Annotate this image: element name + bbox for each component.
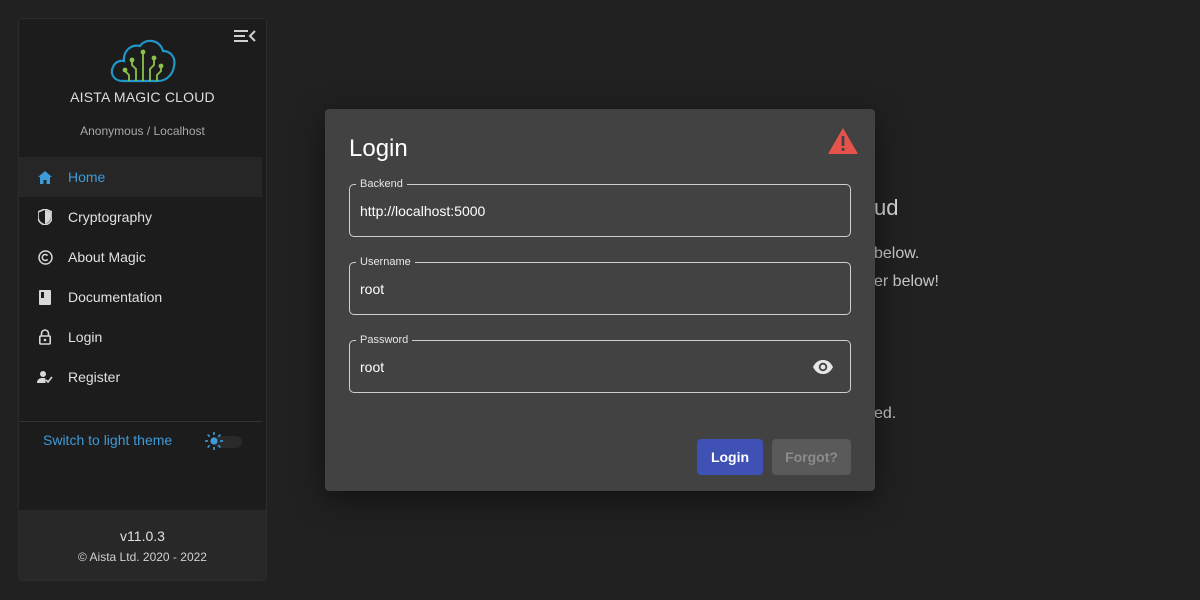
sun-icon xyxy=(205,432,223,450)
password-field[interactable]: Password xyxy=(349,334,851,393)
page-text-fragment: below. xyxy=(874,245,920,262)
divider xyxy=(19,421,262,422)
password-label: Password xyxy=(356,334,413,346)
username-field[interactable]: Username xyxy=(349,256,851,315)
sidebar-item-label: Documentation xyxy=(68,289,163,305)
sidebar-item-label: Login xyxy=(68,329,103,345)
dialog-title: Login xyxy=(349,135,408,162)
brand: AISTA MAGIC CLOUD xyxy=(19,35,266,105)
username-input[interactable] xyxy=(360,278,806,300)
login-button[interactable]: Login xyxy=(697,439,763,475)
sidebar-footer: v11.0.3 © Aista Ltd. 2020 - 2022 xyxy=(19,510,266,580)
sidebar-nav: Home Cryptography About Magic Documentat… xyxy=(19,157,262,397)
book-icon xyxy=(37,289,53,305)
page-heading-fragment: ud xyxy=(874,195,899,220)
app-name: AISTA MAGIC CLOUD xyxy=(70,89,215,105)
forgot-button[interactable]: Forgot? xyxy=(772,439,851,475)
copyright-label: © Aista Ltd. 2020 - 2022 xyxy=(78,550,207,564)
user-status: Anonymous / Localhost xyxy=(80,124,205,138)
backend-label: Backend xyxy=(356,178,407,190)
eye-icon[interactable] xyxy=(812,357,834,377)
login-dialog: Login Backend Username Password Login Fo… xyxy=(325,109,875,491)
password-input[interactable] xyxy=(360,356,806,378)
warning-icon[interactable] xyxy=(827,127,859,155)
shield-icon xyxy=(37,209,53,225)
version-label: v11.0.3 xyxy=(120,528,165,544)
sidebar-item-cryptography[interactable]: Cryptography xyxy=(19,197,262,237)
backend-field[interactable]: Backend xyxy=(349,178,851,237)
lock-icon xyxy=(37,329,53,345)
sidebar-item-about-magic[interactable]: About Magic xyxy=(19,237,262,277)
username-label: Username xyxy=(356,256,415,268)
sidebar-item-home[interactable]: Home xyxy=(19,157,262,197)
sidebar-item-label: Register xyxy=(68,369,121,385)
sidebar-item-login[interactable]: Login xyxy=(19,317,262,357)
sidebar-item-register[interactable]: Register xyxy=(19,357,262,397)
home-icon xyxy=(37,169,53,185)
theme-toggle[interactable] xyxy=(204,431,244,451)
sidebar: AISTA MAGIC CLOUD Anonymous / Localhost … xyxy=(18,18,267,581)
page-text-fragment: er below! xyxy=(874,273,939,290)
sidebar-item-label: Home xyxy=(68,169,106,185)
sidebar-item-documentation[interactable]: Documentation xyxy=(19,277,262,317)
cloud-logo-icon xyxy=(110,39,176,83)
sidebar-item-label: Cryptography xyxy=(68,209,153,225)
backend-input[interactable] xyxy=(360,200,806,222)
theme-switch-link[interactable]: Switch to light theme xyxy=(43,432,172,448)
sidebar-item-label: About Magic xyxy=(68,249,146,265)
copyright-icon xyxy=(37,249,53,265)
person-check-icon xyxy=(37,369,53,385)
page-text-fragment: ed. xyxy=(874,405,897,422)
